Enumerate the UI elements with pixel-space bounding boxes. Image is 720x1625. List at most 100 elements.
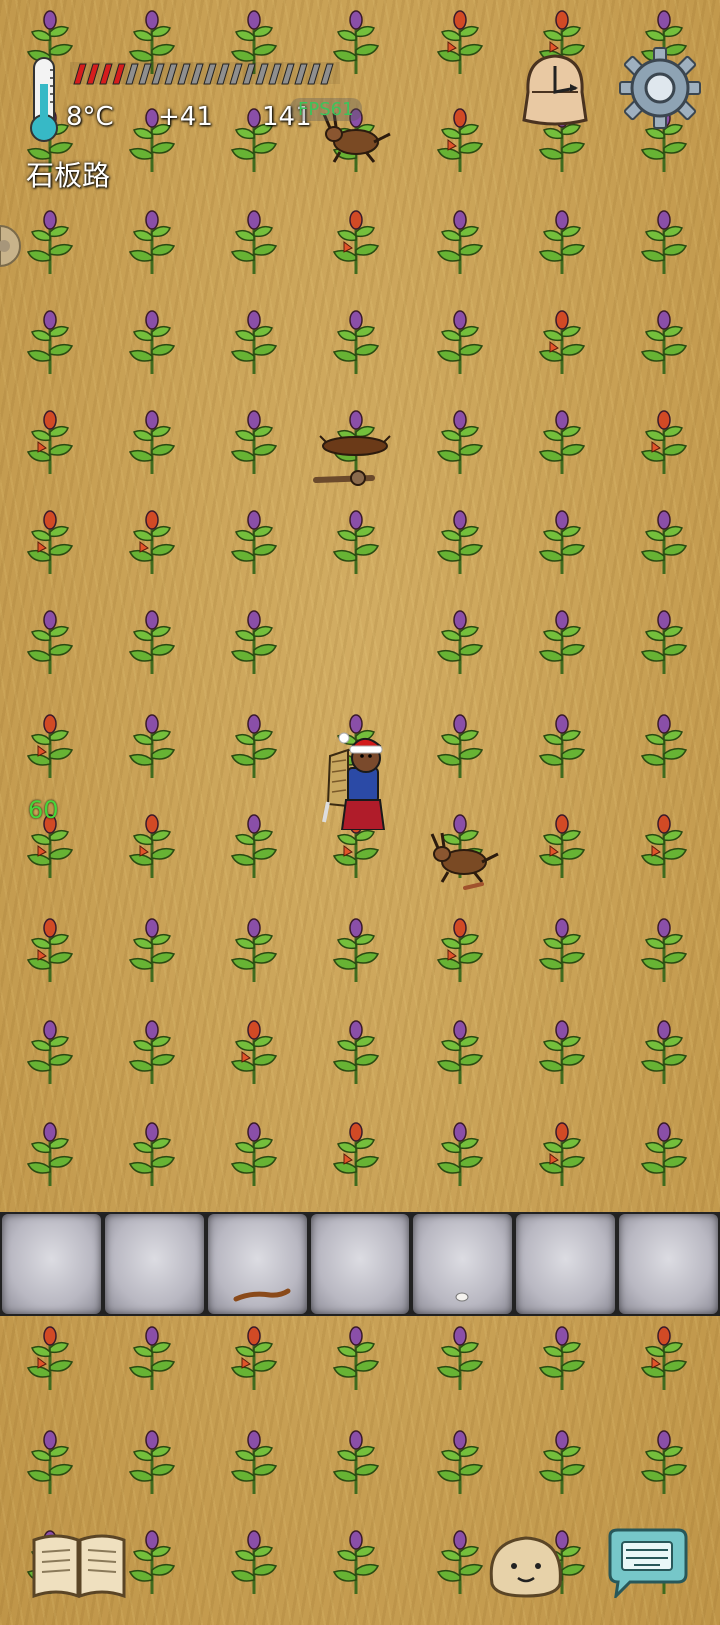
crop-plant[interactable] (326, 916, 386, 986)
crop-plant[interactable] (430, 1528, 490, 1598)
crop-plant[interactable] (224, 1324, 284, 1394)
crop-plant[interactable] (122, 712, 182, 782)
crop-plant[interactable] (634, 308, 694, 378)
rabbit-hole[interactable] (318, 428, 392, 458)
crop-plant[interactable] (224, 1428, 284, 1498)
crop-plant[interactable] (122, 1324, 182, 1394)
crop-plant[interactable] (430, 712, 490, 782)
crop-plant[interactable] (430, 1324, 490, 1394)
crop-plant[interactable] (224, 608, 284, 678)
crop-plant[interactable] (430, 916, 490, 986)
crop-plant[interactable] (634, 608, 694, 678)
crop-plant[interactable] (430, 106, 490, 176)
crop-plant[interactable] (532, 208, 592, 278)
crop-plant[interactable] (122, 308, 182, 378)
crop-plant[interactable] (20, 308, 80, 378)
crop-plant[interactable] (326, 1528, 386, 1598)
crop-plant[interactable] (326, 1428, 386, 1498)
crop-plant[interactable] (20, 408, 80, 478)
clock-icon[interactable] (518, 52, 592, 128)
crop-plant[interactable] (122, 608, 182, 678)
crop-plant[interactable] (326, 1018, 386, 1088)
crop-plant[interactable] (326, 208, 386, 278)
crop-plant[interactable] (20, 208, 80, 278)
crop-plant[interactable] (122, 1018, 182, 1088)
crop-plant[interactable] (224, 1018, 284, 1088)
crop-plant[interactable] (224, 712, 284, 782)
crop-plant[interactable] (20, 508, 80, 578)
crop-plant[interactable] (326, 1324, 386, 1394)
crop-plant[interactable] (430, 308, 490, 378)
stone-road[interactable] (0, 1212, 720, 1316)
crop-plant[interactable] (122, 408, 182, 478)
crop-plant[interactable] (430, 1018, 490, 1088)
crop-plant[interactable] (430, 508, 490, 578)
crop-plant[interactable] (532, 308, 592, 378)
crop-plant[interactable] (430, 208, 490, 278)
crop-plant[interactable] (430, 608, 490, 678)
crop-plant[interactable] (122, 1528, 182, 1598)
player-character[interactable] (322, 726, 394, 830)
crop-plant[interactable] (532, 1324, 592, 1394)
crop-plant[interactable] (224, 408, 284, 478)
crop-plant[interactable] (122, 1428, 182, 1498)
stone-tile[interactable] (619, 1214, 719, 1314)
crop-plant[interactable] (634, 1324, 694, 1394)
crop-plant[interactable] (122, 1120, 182, 1190)
crop-plant[interactable] (532, 712, 592, 782)
crop-plant[interactable] (122, 508, 182, 578)
stone-tile[interactable] (516, 1214, 616, 1314)
crop-plant[interactable] (634, 712, 694, 782)
crop-plant[interactable] (326, 308, 386, 378)
crop-plant[interactable] (224, 1528, 284, 1598)
crop-plant[interactable] (430, 408, 490, 478)
crop-plant[interactable] (634, 1428, 694, 1498)
stone-pebble-item[interactable] (455, 1292, 469, 1302)
crop-plant[interactable] (20, 712, 80, 782)
crop-plant[interactable] (20, 1018, 80, 1088)
crop-plant[interactable] (634, 408, 694, 478)
side-handle[interactable] (0, 222, 22, 270)
crop-plant[interactable] (634, 812, 694, 882)
crop-plant[interactable] (532, 408, 592, 478)
crop-plant[interactable] (20, 1120, 80, 1190)
crop-plant[interactable] (634, 208, 694, 278)
crop-plant[interactable] (20, 1324, 80, 1394)
emote-face-icon[interactable] (486, 1532, 566, 1600)
bones-item[interactable] (462, 878, 486, 894)
crop-plant[interactable] (532, 1428, 592, 1498)
crop-plant[interactable] (532, 608, 592, 678)
crop-plant[interactable] (634, 508, 694, 578)
crop-plant[interactable] (224, 812, 284, 882)
crop-plant[interactable] (634, 1018, 694, 1088)
crop-plant[interactable] (430, 8, 490, 78)
bones-item[interactable] (312, 466, 378, 490)
crop-plant[interactable] (224, 916, 284, 986)
crop-plant[interactable] (532, 1018, 592, 1088)
stone-tile[interactable] (2, 1214, 101, 1314)
stick-item[interactable] (232, 1286, 292, 1304)
crop-plant[interactable] (634, 916, 694, 986)
crop-plant[interactable] (122, 208, 182, 278)
crop-plant[interactable] (532, 916, 592, 986)
crop-plant[interactable] (20, 1428, 80, 1498)
rabbit-creature[interactable] (426, 832, 502, 884)
crop-plant[interactable] (326, 1120, 386, 1190)
crop-plant[interactable] (224, 208, 284, 278)
crop-plant[interactable] (430, 1120, 490, 1190)
crop-plant[interactable] (430, 1428, 490, 1498)
book-icon[interactable] (30, 1530, 128, 1602)
crop-plant[interactable] (532, 508, 592, 578)
stone-tile[interactable] (310, 1214, 410, 1314)
crop-plant[interactable] (634, 1120, 694, 1190)
stone-tile[interactable] (104, 1214, 204, 1314)
crop-plant[interactable] (224, 308, 284, 378)
crop-plant[interactable] (122, 812, 182, 882)
gear-icon[interactable] (618, 46, 702, 130)
crop-plant[interactable] (224, 1120, 284, 1190)
crop-plant[interactable] (20, 916, 80, 986)
crop-plant[interactable] (122, 916, 182, 986)
crop-plant[interactable] (326, 508, 386, 578)
keyboard-chat-icon[interactable] (604, 1528, 690, 1598)
crop-plant[interactable] (224, 508, 284, 578)
